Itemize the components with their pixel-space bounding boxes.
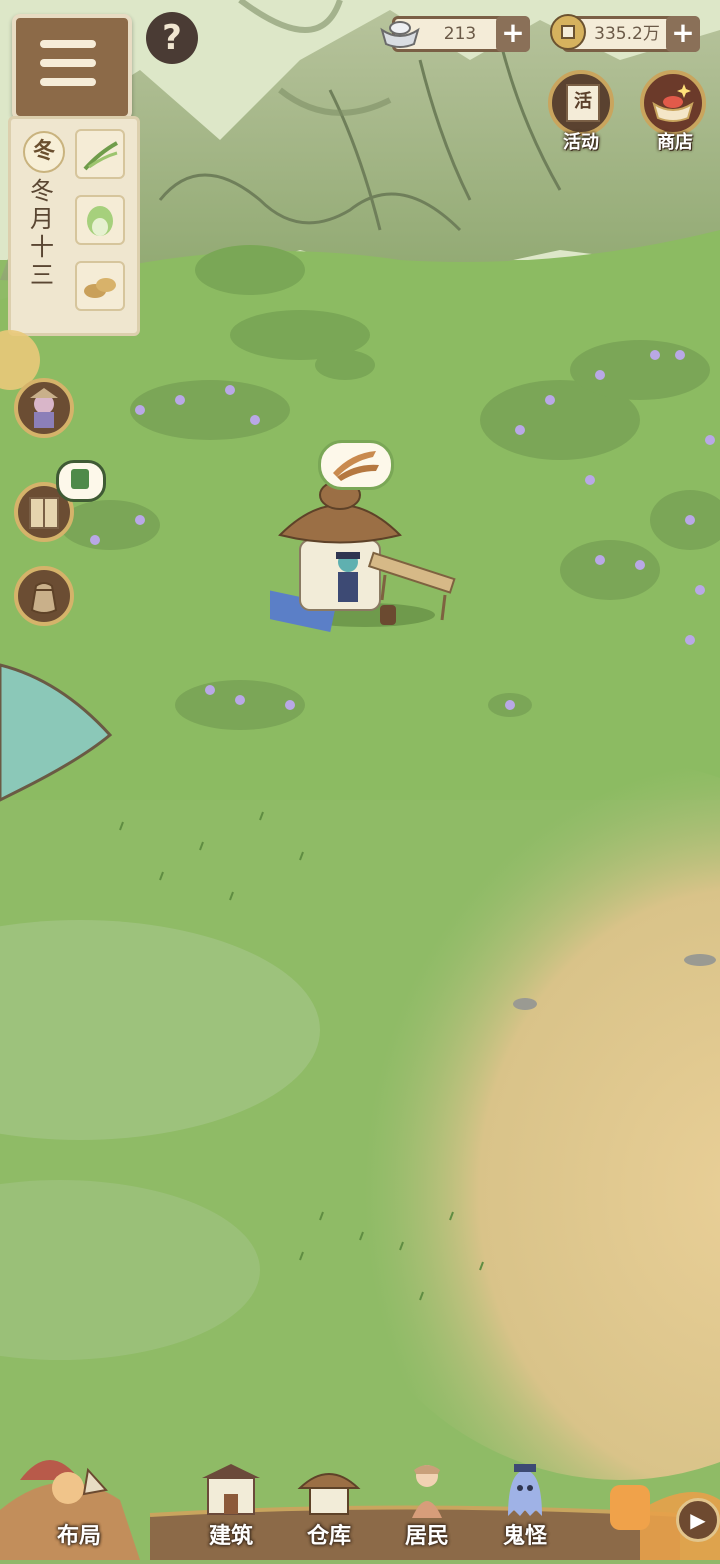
scallion-icon (83, 141, 118, 171)
shop-label: 商店 (657, 132, 693, 153)
activity-label: 活动 (563, 132, 599, 153)
nav-label: 建筑 (208, 1524, 253, 1549)
dried-fish-icon (333, 451, 379, 481)
calendar-scroll-icon: 活 (566, 84, 600, 122)
copper-coin-icon (550, 14, 586, 50)
main-menu-button[interactable] (12, 14, 132, 120)
building-icon (202, 1464, 260, 1515)
date-char: 月 (30, 205, 54, 233)
villager-portrait-button[interactable] (14, 378, 74, 438)
date-char: 三 (30, 261, 54, 289)
fish-request-bubble[interactable] (318, 440, 394, 490)
sack-button[interactable] (14, 566, 74, 626)
nav-storage[interactable]: 仓库 (284, 1440, 374, 1550)
nav-label: 仓库 (306, 1524, 351, 1549)
ghost-icon (508, 1464, 542, 1516)
villager-portrait-icon (30, 388, 58, 428)
cabbage-icon (87, 206, 113, 236)
date-char: 冬 (30, 177, 54, 205)
coin-value: 335.2万 (594, 24, 660, 44)
silver-ingot-icon (380, 21, 420, 48)
add-silver-button[interactable]: + (496, 16, 530, 52)
nav-build[interactable]: 建筑 (186, 1440, 276, 1550)
resident-icon (412, 1465, 442, 1518)
menu-bar-line (40, 78, 96, 86)
date-display: 冬 月 十 三 (23, 177, 61, 289)
calendar-panel[interactable]: 冬 冬 月 十 三 (8, 116, 140, 336)
book-notice-icon (71, 469, 89, 489)
add-coins-button[interactable]: + (666, 16, 700, 52)
expand-arrow-button[interactable]: ▶ (676, 1498, 720, 1542)
season-badge: 冬 (23, 131, 65, 173)
storage-hut-icon (297, 1473, 361, 1515)
nav-ghosts[interactable]: 鬼怪 (480, 1440, 570, 1550)
book-notice-bubble[interactable] (56, 460, 106, 502)
activity-button[interactable]: 活 (548, 70, 614, 136)
sack-icon (30, 582, 58, 614)
shop-ingot-icon (652, 84, 694, 122)
nav-layout[interactable]: 布局 (34, 1440, 124, 1550)
date-char: 十 (30, 233, 54, 261)
silver-value: 213 (443, 24, 477, 44)
help-button[interactable]: ? (146, 12, 198, 64)
layout-icon (52, 1467, 108, 1504)
menu-bar-line (40, 40, 96, 48)
nav-residents[interactable]: 居民 (382, 1440, 472, 1550)
crop-slot-potato[interactable] (75, 261, 125, 311)
potato-icon (84, 278, 116, 298)
crop-slot-scallion[interactable] (75, 129, 125, 179)
shop-button[interactable] (640, 70, 706, 136)
menu-bar-line (40, 59, 96, 67)
nav-label: 鬼怪 (502, 1524, 547, 1549)
crop-slot-cabbage[interactable] (75, 195, 125, 245)
nav-label: 居民 (404, 1524, 449, 1549)
nav-label: 布局 (56, 1524, 101, 1549)
